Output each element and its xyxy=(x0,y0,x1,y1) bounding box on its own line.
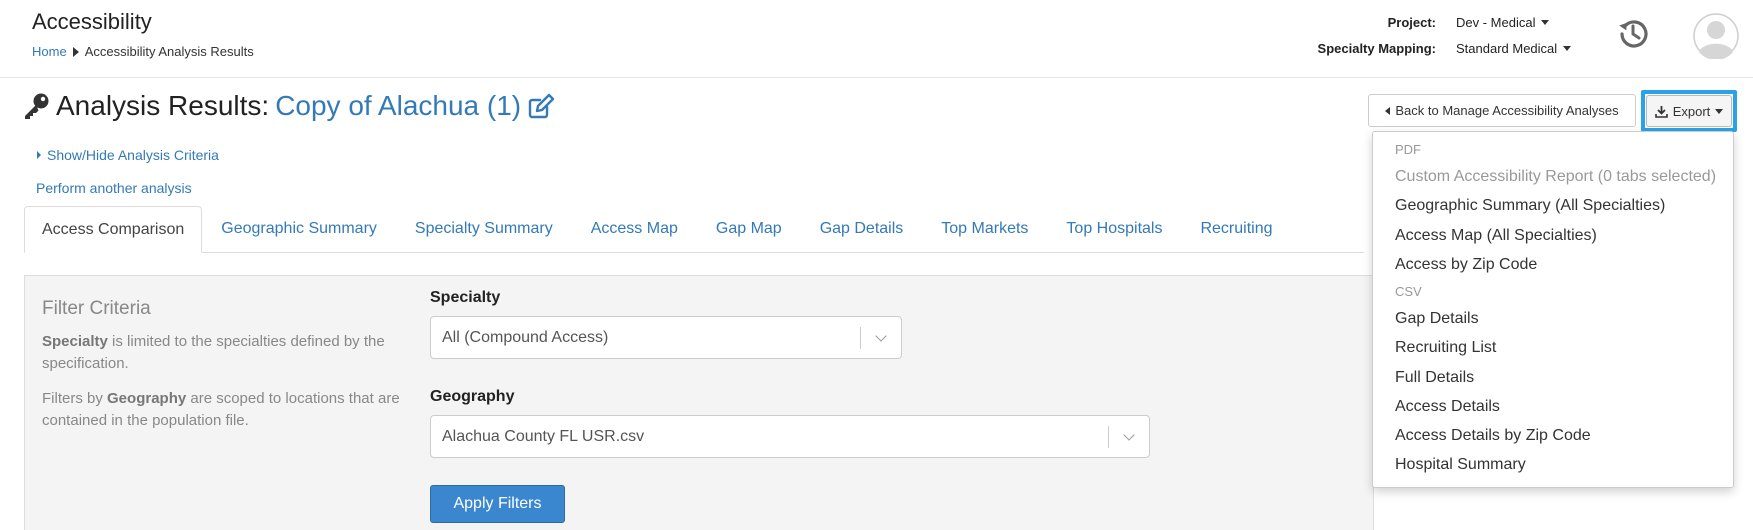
specialty-note: Specialty is limited to the specialties … xyxy=(42,331,412,375)
tab-top-hospitals[interactable]: Top Hospitals xyxy=(1047,206,1181,252)
back-to-manage-button[interactable]: Back to Manage Accessibility Analyses xyxy=(1368,94,1636,127)
geography-note: Filters by Geography are scoped to locat… xyxy=(42,388,412,432)
tab-bar: Access Comparison Geographic Summary Spe… xyxy=(24,206,1364,253)
project-label: Project: xyxy=(1387,15,1436,30)
avatar[interactable] xyxy=(1693,13,1739,61)
menu-item-geographic-summary[interactable]: Geographic Summary (All Specialties) xyxy=(1395,197,1665,215)
menu-item-access-details-by-zip-code[interactable]: Access Details by Zip Code xyxy=(1395,427,1591,445)
specialty-mapping-selector[interactable]: Standard Medical xyxy=(1456,41,1572,56)
geography-note-start: Filters by xyxy=(42,390,108,407)
specialty-select-value: All (Compound Access) xyxy=(442,328,609,346)
app-title: Accessibility xyxy=(32,9,152,34)
tab-top-markets[interactable]: Top Markets xyxy=(922,206,1047,252)
geography-select-value: Alachua County FL USR.csv xyxy=(442,427,645,445)
specialty-select[interactable]: All (Compound Access) xyxy=(430,316,902,359)
tab-access-comparison[interactable]: Access Comparison xyxy=(24,206,203,253)
project-value: Dev - Medical xyxy=(1456,15,1536,30)
chevron-down-icon xyxy=(861,329,901,342)
menu-item-access-details[interactable]: Access Details xyxy=(1395,398,1500,416)
specialty-mapping-label: Specialty Mapping: xyxy=(1317,41,1436,56)
back-button-label: Back to Manage Accessibility Analyses xyxy=(1395,103,1619,118)
tab-gap-map[interactable]: Gap Map xyxy=(697,206,801,252)
geography-label: Geography xyxy=(430,388,515,405)
breadcrumb-current: Accessibility Analysis Results xyxy=(84,44,254,59)
page-title: Analysis Results: Copy of Alachua (1) xyxy=(22,90,555,122)
tab-gap-details[interactable]: Gap Details xyxy=(801,206,923,252)
chevron-down-icon xyxy=(1109,428,1149,441)
menu-item-recruiting-list[interactable]: Recruiting List xyxy=(1395,339,1496,357)
breadcrumb: Home Accessibility Analysis Results xyxy=(32,44,254,59)
filter-criteria-title: Filter Criteria xyxy=(42,298,151,319)
caret-down-icon xyxy=(1563,46,1572,51)
dropdown-header-pdf: PDF xyxy=(1395,142,1421,157)
menu-item-hospital-summary[interactable]: Hospital Summary xyxy=(1395,456,1526,474)
edit-icon[interactable] xyxy=(527,92,555,120)
history-icon[interactable] xyxy=(1614,15,1652,53)
perform-another-analysis-link[interactable]: Perform another analysis xyxy=(36,180,192,196)
menu-item-full-details[interactable]: Full Details xyxy=(1395,369,1474,387)
tab-specialty-summary[interactable]: Specialty Summary xyxy=(396,206,572,252)
caret-down-icon xyxy=(1715,108,1724,114)
tab-access-map[interactable]: Access Map xyxy=(572,206,697,252)
project-selector[interactable]: Dev - Medical xyxy=(1456,15,1550,30)
export-button-label: Export xyxy=(1672,103,1711,119)
apply-filters-button[interactable]: Apply Filters xyxy=(430,485,565,523)
breadcrumb-home-link[interactable]: Home xyxy=(32,44,67,59)
key-icon xyxy=(25,93,49,119)
toggle-criteria-label: Show/Hide Analysis Criteria xyxy=(47,147,219,163)
header-divider xyxy=(0,77,1753,78)
export-dropdown-menu: PDF Custom Accessibility Report (0 tabs … xyxy=(1372,131,1734,488)
geography-select[interactable]: Alachua County FL USR.csv xyxy=(430,415,1150,458)
caret-left-icon xyxy=(1385,106,1391,115)
breadcrumb-separator-icon xyxy=(72,46,79,57)
menu-item-custom-accessibility-report: Custom Accessibility Report (0 tabs sele… xyxy=(1395,168,1717,185)
caret-right-icon xyxy=(37,151,41,159)
tab-geographic-summary[interactable]: Geographic Summary xyxy=(202,206,396,252)
dropdown-header-csv: CSV xyxy=(1395,284,1422,299)
tab-recruiting[interactable]: Recruiting xyxy=(1181,206,1291,252)
geography-note-bold: Geography xyxy=(107,390,187,407)
menu-item-gap-details[interactable]: Gap Details xyxy=(1395,310,1479,328)
menu-item-access-map[interactable]: Access Map (All Specialties) xyxy=(1395,227,1597,245)
specialty-note-bold: Specialty xyxy=(42,333,108,350)
menu-item-access-by-zip-code[interactable]: Access by Zip Code xyxy=(1395,256,1537,274)
analysis-name: Copy of Alachua (1) xyxy=(275,90,522,121)
export-button[interactable]: Export xyxy=(1646,95,1732,127)
page-title-prefix: Analysis Results: xyxy=(56,90,270,121)
specialty-label: Specialty xyxy=(430,289,501,306)
specialty-mapping-value: Standard Medical xyxy=(1456,41,1558,56)
download-icon xyxy=(1654,105,1668,118)
toggle-criteria-link[interactable]: Show/Hide Analysis Criteria xyxy=(37,147,219,163)
caret-down-icon xyxy=(1541,20,1550,25)
